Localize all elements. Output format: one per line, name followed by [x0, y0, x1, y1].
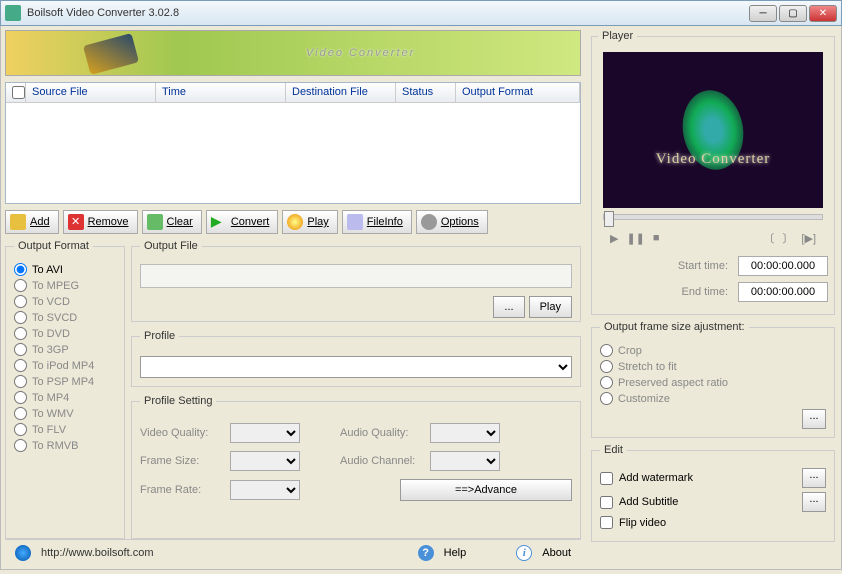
maximize-button[interactable]: ▢: [779, 5, 807, 22]
output-format-legend: Output Format: [14, 240, 93, 252]
range-play-button[interactable]: [▶]: [801, 232, 816, 245]
frame-size-select[interactable]: [230, 451, 300, 471]
edit-legend: Edit: [600, 444, 627, 456]
convert-button[interactable]: ▶Convert: [206, 210, 279, 234]
format-radio-to-svcd[interactable]: To SVCD: [14, 311, 116, 324]
statusbar: http://www.boilsoft.com ? Help i About: [5, 539, 581, 565]
options-button[interactable]: Options: [416, 210, 488, 234]
disc-icon: [287, 214, 303, 230]
pause-control[interactable]: ❚❚: [626, 232, 644, 245]
customize-button[interactable]: ...: [802, 409, 826, 429]
profile-select[interactable]: [140, 356, 572, 378]
edit-group: Edit Add watermark... Add Subtitle... Fl…: [591, 444, 835, 542]
help-icon: ?: [418, 545, 434, 561]
output-file-legend: Output File: [140, 240, 202, 252]
col-dest[interactable]: Destination File: [286, 83, 396, 102]
adjust-radio-preserved-aspect-ratio[interactable]: Preserved aspect ratio: [600, 376, 826, 389]
adjust-radio-crop[interactable]: Crop: [600, 344, 826, 357]
format-radio-to-wmv[interactable]: To WMV: [14, 407, 116, 420]
audio-channel-select[interactable]: [430, 451, 500, 471]
adjust-radio-stretch-to-fit[interactable]: Stretch to fit: [600, 360, 826, 373]
toolbar: Add ✕Remove Clear ▶Convert Play FileInfo…: [5, 210, 581, 234]
subtitle-checkbox[interactable]: [600, 496, 613, 509]
profile-setting-group: Profile Setting Video Quality:Audio Qual…: [131, 395, 581, 539]
output-file-input[interactable]: [140, 264, 572, 288]
output-file-group: Output File ... Play: [131, 240, 581, 322]
remove-button[interactable]: ✕Remove: [63, 210, 138, 234]
browse-button[interactable]: ...: [493, 296, 524, 318]
format-radio-to-mp4[interactable]: To MP4: [14, 391, 116, 404]
col-source[interactable]: Source File: [26, 83, 156, 102]
play-control[interactable]: ▶: [610, 232, 618, 245]
player-group: Player Video Converter ▶ ❚❚ ■ 〔 〕 [▶] St…: [591, 30, 835, 315]
preview-area: Video Converter: [603, 52, 823, 208]
start-time-input[interactable]: [738, 256, 828, 276]
help-link[interactable]: Help: [444, 547, 467, 559]
format-radio-to-dvd[interactable]: To DVD: [14, 327, 116, 340]
stop-control[interactable]: ■: [653, 232, 660, 244]
clear-icon: [147, 214, 163, 230]
format-radio-to-ipod-mp4[interactable]: To iPod MP4: [14, 359, 116, 372]
format-radio-to-flv[interactable]: To FLV: [14, 423, 116, 436]
audio-quality-select[interactable]: [430, 423, 500, 443]
website-link[interactable]: http://www.boilsoft.com: [41, 547, 408, 559]
format-radio-to-psp-mp4[interactable]: To PSP MP4: [14, 375, 116, 388]
subtitle-config-button[interactable]: ...: [802, 492, 826, 512]
titlebar: Boilsoft Video Converter 3.02.8 ─ ▢ ✕: [0, 0, 842, 26]
frame-rate-select[interactable]: [230, 480, 300, 500]
banner: Video Converter: [5, 30, 581, 76]
about-link[interactable]: About: [542, 547, 571, 559]
folder-icon: [10, 214, 26, 230]
format-radio-to-mpeg[interactable]: To MPEG: [14, 279, 116, 292]
fileinfo-button[interactable]: FileInfo: [342, 210, 412, 234]
mark-out-button[interactable]: 〕: [782, 230, 793, 246]
profile-setting-legend: Profile Setting: [140, 395, 216, 407]
end-time-input[interactable]: [738, 282, 828, 302]
col-status[interactable]: Status: [396, 83, 456, 102]
format-radio-to-3gp[interactable]: To 3GP: [14, 343, 116, 356]
output-format-group: Output Format To AVI To MPEG To VCD To SVCD…: [5, 240, 125, 539]
adjust-legend: Output frame size ajustment:: [600, 321, 749, 333]
play-icon: ▶: [211, 214, 227, 230]
format-radio-to-rmvb[interactable]: To RMVB: [14, 439, 116, 452]
player-legend: Player: [598, 30, 637, 42]
col-time[interactable]: Time: [156, 83, 286, 102]
info-icon: [347, 214, 363, 230]
profile-group: Profile: [131, 330, 581, 387]
profile-legend: Profile: [140, 330, 179, 342]
globe-icon: [15, 545, 31, 561]
col-format[interactable]: Output Format: [456, 83, 580, 102]
format-radio-to-avi[interactable]: To AVI: [14, 263, 116, 276]
app-icon: [5, 5, 21, 21]
close-button[interactable]: ✕: [809, 5, 837, 22]
adjust-radio-customize[interactable]: Customize: [600, 392, 826, 405]
window-title: Boilsoft Video Converter 3.02.8: [27, 7, 749, 19]
mark-in-button[interactable]: 〔: [763, 230, 774, 246]
select-all-checkbox[interactable]: [12, 86, 25, 99]
list-header: Source File Time Destination File Status…: [6, 83, 580, 103]
file-list[interactable]: Source File Time Destination File Status…: [5, 82, 581, 204]
about-icon: i: [516, 545, 532, 561]
video-quality-select[interactable]: [230, 423, 300, 443]
advance-button[interactable]: ==>Advance: [400, 479, 572, 501]
add-button[interactable]: Add: [5, 210, 59, 234]
play-output-button[interactable]: Play: [529, 296, 572, 318]
frame-adjust-group: Output frame size ajustment: Crop Stretch…: [591, 321, 835, 438]
seek-slider[interactable]: [603, 214, 823, 220]
play-button[interactable]: Play: [282, 210, 337, 234]
watermark-checkbox[interactable]: [600, 472, 613, 485]
clear-button[interactable]: Clear: [142, 210, 202, 234]
x-icon: ✕: [68, 214, 84, 230]
gear-icon: [421, 214, 437, 230]
flip-checkbox[interactable]: [600, 516, 613, 529]
minimize-button[interactable]: ─: [749, 5, 777, 22]
format-radio-to-vcd[interactable]: To VCD: [14, 295, 116, 308]
watermark-config-button[interactable]: ...: [802, 468, 826, 488]
